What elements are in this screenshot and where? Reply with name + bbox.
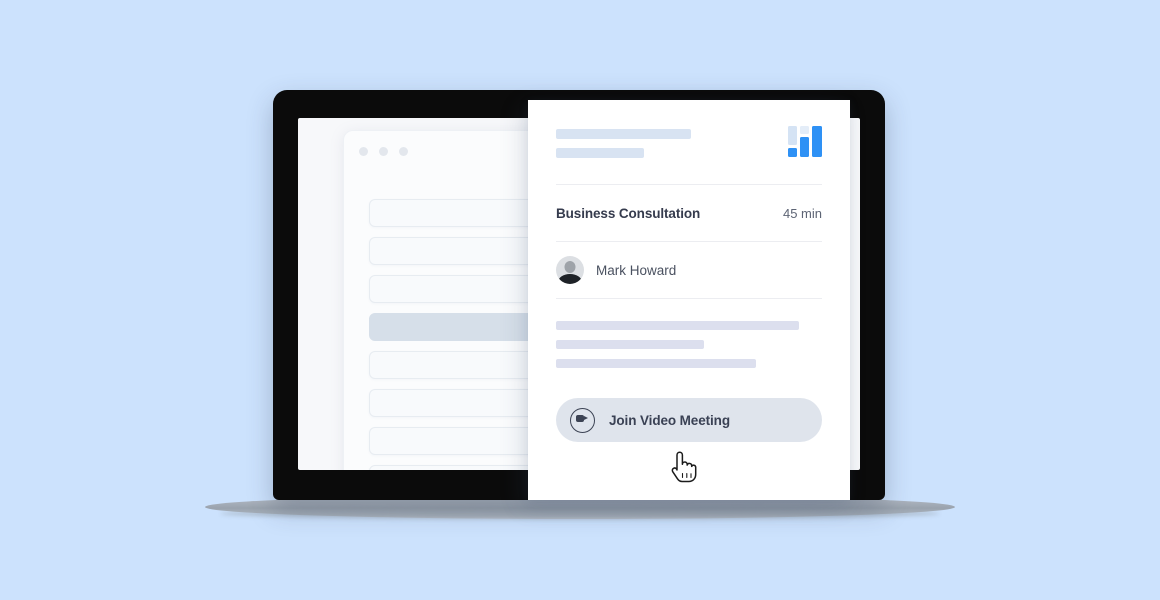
video-camera-icon <box>570 407 595 433</box>
placeholder-line <box>556 340 704 349</box>
avatar <box>556 256 584 284</box>
minimize-dot-icon[interactable] <box>379 147 388 156</box>
service-title: Business Consultation <box>556 205 701 221</box>
close-dot-icon[interactable] <box>359 147 368 156</box>
placeholder-line <box>556 359 756 368</box>
host-row: Mark Howard <box>528 242 850 298</box>
placeholder-line <box>556 321 799 330</box>
card-header <box>528 100 850 158</box>
screenshot-stage: Business Consultation 45 min Mark Howard… <box>0 0 1160 600</box>
placeholder-line <box>556 148 644 158</box>
host-name: Mark Howard <box>596 262 677 278</box>
maximize-dot-icon[interactable] <box>399 147 408 156</box>
booking-confirmation-card: Business Consultation 45 min Mark Howard… <box>528 100 850 500</box>
service-row: Business Consultation 45 min <box>528 185 850 241</box>
join-video-meeting-button[interactable]: Join Video Meeting <box>556 398 822 442</box>
placeholder-line <box>556 129 691 139</box>
join-video-meeting-label: Join Video Meeting <box>609 412 730 428</box>
service-duration: 45 min <box>782 205 822 221</box>
header-placeholder-text <box>556 126 691 158</box>
body-placeholder-text <box>528 299 850 368</box>
window-traffic-lights <box>359 147 408 156</box>
grid-blocks-logo-icon <box>788 126 822 157</box>
